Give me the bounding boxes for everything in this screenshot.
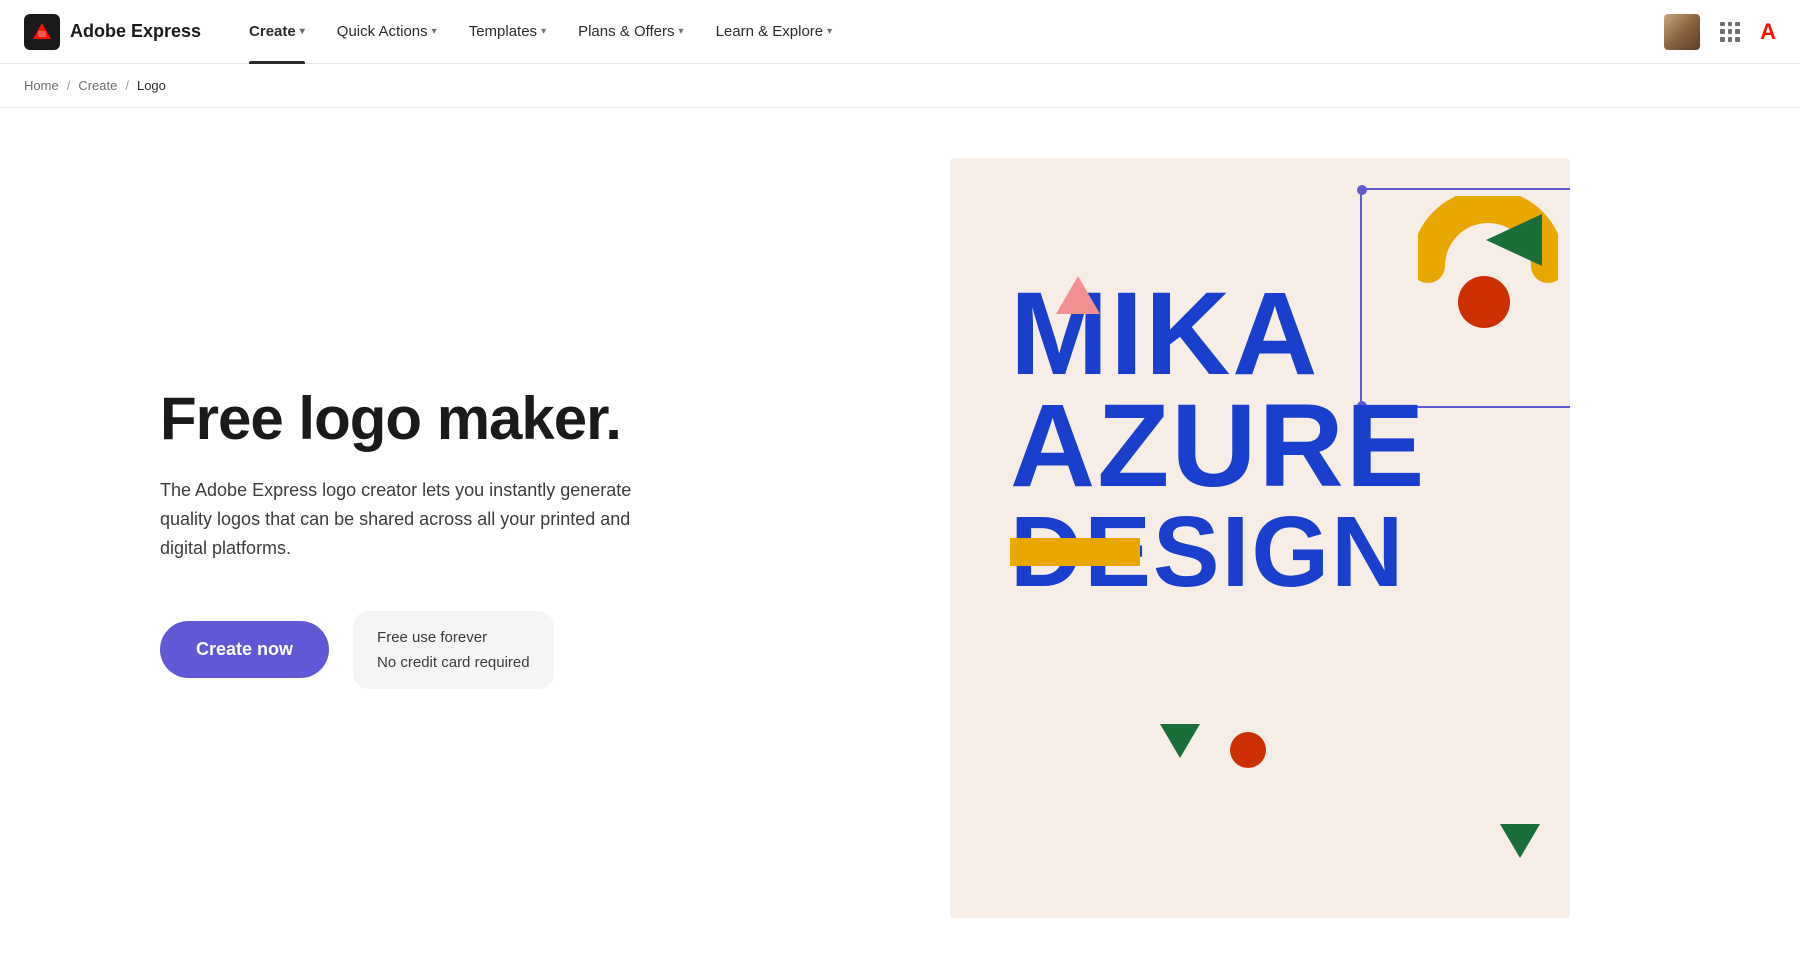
create-now-button[interactable]: Create now [160,621,329,678]
chevron-down-icon: ▾ [300,26,305,37]
nav-item-plans[interactable]: Plans & Offers ▾ [562,0,699,64]
selection-handle-tl [1357,185,1367,195]
main-nav: Create ▾ Quick Actions ▾ Templates ▾ Pla… [233,0,1664,64]
cta-row: Create now Free use forever No credit ca… [160,611,680,689]
navbar: Adobe Express Create ▾ Quick Actions ▾ T… [0,0,1800,64]
breadcrumb-current: Logo [137,78,166,93]
chevron-down-icon: ▾ [827,26,832,37]
breadcrumb-sep-1: / [67,78,71,93]
pink-triangle-shape [1056,276,1100,314]
nav-item-create[interactable]: Create ▾ [233,0,321,64]
red-circle-shape [1458,276,1510,328]
chevron-down-icon: ▾ [432,26,437,37]
breadcrumb-home[interactable]: Home [24,78,59,93]
logo-preview-card: MIKA AZURE DESIGN [950,158,1570,918]
brand-icon [24,14,60,50]
breadcrumb-create[interactable]: Create [78,78,117,93]
red-dot-bottom [1230,732,1266,768]
breadcrumb-sep-2: / [125,78,129,93]
hero-title: Free logo maker. [160,386,680,452]
free-line1: Free use forever [377,627,530,648]
free-line2: No credit card required [377,652,530,673]
hero-description: The Adobe Express logo creator lets you … [160,476,680,562]
main-content: Free logo maker. The Adobe Express logo … [0,108,1800,967]
logo-text-block: MIKA AZURE DESIGN [1010,278,1426,602]
brand-logo[interactable]: Adobe Express [24,14,201,50]
green-triangle-bottom [1160,724,1200,758]
logo-text-azure: AZURE [1010,390,1426,502]
chevron-down-icon: ▾ [541,26,546,37]
yellow-bar-shape [1010,538,1140,566]
preview-panel: MIKA AZURE DESIGN [760,108,1800,967]
brand-name: Adobe Express [70,21,201,42]
user-avatar[interactable] [1664,14,1700,50]
nav-item-templates[interactable]: Templates ▾ [453,0,562,64]
green-triangle-top-right [1486,214,1542,266]
nav-item-learn[interactable]: Learn & Explore ▾ [700,0,849,64]
adobe-logo-icon[interactable]: A [1760,19,1776,45]
free-badge: Free use forever No credit card required [353,611,554,689]
chevron-down-icon: ▾ [679,26,684,37]
apps-grid-icon[interactable] [1716,18,1744,46]
breadcrumb: Home / Create / Logo [0,64,1800,108]
navbar-right: A [1664,14,1776,50]
hero-section: Free logo maker. The Adobe Express logo … [0,306,760,768]
green-triangle-bottom-right [1500,824,1540,858]
nav-item-quick-actions[interactable]: Quick Actions ▾ [321,0,453,64]
